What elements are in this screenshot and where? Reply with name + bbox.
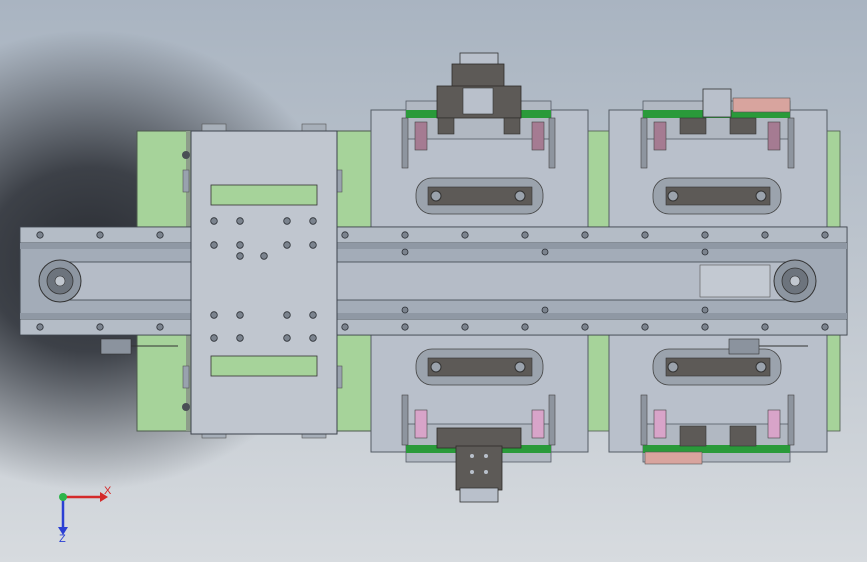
bolt: [210, 217, 218, 225]
bolt: [36, 323, 44, 331]
bolt: [96, 231, 104, 239]
z-axis-label: Z: [59, 533, 66, 545]
bolt: [701, 323, 709, 331]
bolt: [283, 334, 291, 342]
bolt: [821, 323, 829, 331]
bolt: [701, 248, 709, 256]
bolt: [210, 334, 218, 342]
bolt: [401, 323, 409, 331]
bolt: [341, 323, 349, 331]
station-bottom-right[interactable]: [608, 334, 828, 465]
bolt: [401, 231, 409, 239]
bolt: [341, 231, 349, 239]
bolt: [461, 323, 469, 331]
bolt: [236, 217, 244, 225]
x-axis-label: X: [104, 485, 112, 497]
bolt: [309, 241, 317, 249]
bolt: [236, 334, 244, 342]
bolt: [260, 252, 268, 260]
assembly-drawing: X Z: [19, 52, 848, 545]
bolt: [283, 217, 291, 225]
carrier-plate[interactable]: [190, 130, 338, 435]
bolt: [521, 231, 529, 239]
bolt: [641, 323, 649, 331]
bolt: [761, 323, 769, 331]
station-top-right[interactable]: [608, 88, 828, 229]
bolt: [309, 334, 317, 342]
bolt: [701, 231, 709, 239]
bolt: [36, 231, 44, 239]
bolt: [156, 231, 164, 239]
axis-triad: X Z: [58, 485, 112, 545]
bolt: [283, 241, 291, 249]
cad-viewport[interactable]: X Z: [0, 0, 867, 562]
bottom-cylinder-block[interactable]: [436, 427, 522, 503]
bolt: [641, 231, 649, 239]
left-pulley[interactable]: [38, 259, 82, 303]
bolt: [210, 241, 218, 249]
bolt: [701, 306, 709, 314]
bolt: [210, 311, 218, 319]
y-axis-dot-icon: [59, 493, 67, 501]
conveyor-frame[interactable]: [19, 226, 848, 336]
bolt: [236, 252, 244, 260]
bolt: [581, 323, 589, 331]
bolt: [96, 323, 104, 331]
station-top-left[interactable]: [370, 100, 589, 229]
right-pulley[interactable]: [773, 259, 817, 303]
bolt: [156, 323, 164, 331]
bolt: [821, 231, 829, 239]
bolt: [236, 241, 244, 249]
bolt: [309, 217, 317, 225]
bolt: [761, 231, 769, 239]
bolt: [541, 248, 549, 256]
bolt: [461, 231, 469, 239]
bolt: [236, 311, 244, 319]
bolt: [581, 231, 589, 239]
bolt: [309, 311, 317, 319]
bolt: [401, 306, 409, 314]
bolt: [521, 323, 529, 331]
bolt: [401, 248, 409, 256]
bolt: [541, 306, 549, 314]
bolt: [283, 311, 291, 319]
